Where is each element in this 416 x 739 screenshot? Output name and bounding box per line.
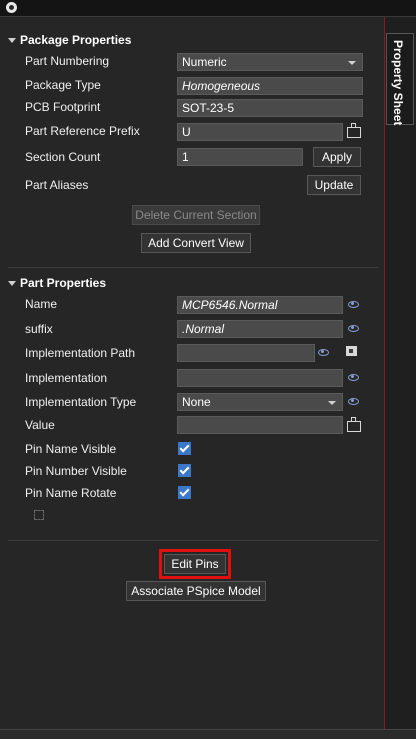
property-sheet-tab[interactable]: Property Sheet [386, 33, 414, 125]
section-divider [8, 267, 378, 268]
pcb-footprint-label: PCB Footprint [25, 100, 101, 114]
section-count-field[interactable]: 1 [177, 148, 303, 166]
browse-bag-icon[interactable] [347, 123, 361, 138]
collapse-triangle-icon[interactable] [8, 281, 16, 286]
part-numbering-select[interactable]: Numeric [177, 53, 363, 71]
value-field[interactable] [177, 416, 343, 434]
value-label: Value [25, 418, 55, 432]
section-divider [8, 540, 378, 541]
package-type-label: Package Type [25, 78, 101, 92]
pin-icon[interactable] [6, 2, 17, 13]
part-reference-prefix-label: Part Reference Prefix [25, 124, 140, 138]
visibility-eye-icon[interactable] [318, 349, 329, 356]
pcb-footprint-field[interactable]: SOT-23-5 [177, 99, 363, 117]
delete-current-section-button[interactable]: Delete Current Section [132, 205, 260, 225]
edit-pins-button[interactable]: Edit Pins [159, 549, 231, 579]
suffix-field[interactable]: .Normal [177, 320, 343, 338]
implementation-type-select[interactable]: None [177, 393, 343, 411]
package-properties-header[interactable]: Package Properties [8, 33, 131, 47]
part-reference-prefix-field[interactable]: U [177, 123, 343, 141]
implementation-field[interactable] [177, 369, 343, 387]
pin-number-visible-label: Pin Number Visible [25, 464, 127, 478]
pin-name-rotate-checkbox[interactable] [178, 486, 191, 499]
implementation-type-label: Implementation Type [25, 395, 137, 409]
pin-name-visible-label: Pin Name Visible [25, 442, 117, 456]
folder-browse-icon[interactable] [346, 346, 357, 356]
pin-name-visible-checkbox[interactable] [178, 442, 191, 455]
implementation-label: Implementation [25, 371, 108, 385]
apply-button[interactable]: Apply [313, 147, 361, 167]
part-aliases-label: Part Aliases [25, 178, 89, 192]
property-sheet-tab-label: Property Sheet [391, 40, 405, 126]
chevron-down-icon [348, 61, 356, 65]
visibility-eye-icon[interactable] [348, 325, 359, 332]
implementation-type-value: None [182, 395, 211, 409]
part-numbering-label: Part Numbering [25, 54, 110, 68]
part-numbering-value: Numeric [182, 55, 227, 69]
part-properties-title: Part Properties [20, 276, 107, 290]
chevron-down-icon [328, 401, 336, 405]
implementation-path-label: Implementation Path [25, 346, 136, 360]
visibility-eye-icon[interactable] [348, 374, 359, 381]
update-button[interactable]: Update [307, 175, 361, 195]
package-properties-title: Package Properties [20, 33, 132, 47]
suffix-label: suffix [25, 322, 53, 336]
pin-number-visible-checkbox[interactable] [178, 464, 191, 477]
visibility-eye-icon[interactable] [348, 398, 359, 405]
pin-name-rotate-label: Pin Name Rotate [25, 486, 117, 500]
implementation-path-field[interactable] [177, 344, 315, 362]
part-properties-header[interactable]: Part Properties [8, 276, 106, 290]
package-type-field: Homogeneous [177, 77, 363, 95]
name-label: Name [25, 297, 58, 311]
name-field[interactable]: MCP6546.Normal [177, 296, 343, 314]
add-convert-view-button[interactable]: Add Convert View [141, 233, 251, 253]
crosshair-icon [34, 510, 44, 520]
visibility-eye-icon[interactable] [348, 301, 359, 308]
section-count-label: Section Count [25, 150, 101, 164]
browse-bag-icon[interactable] [347, 417, 361, 432]
associate-pspice-model-button[interactable]: Associate PSpice Model [126, 581, 266, 601]
collapse-triangle-icon[interactable] [8, 38, 16, 43]
title-bar [0, 0, 416, 17]
